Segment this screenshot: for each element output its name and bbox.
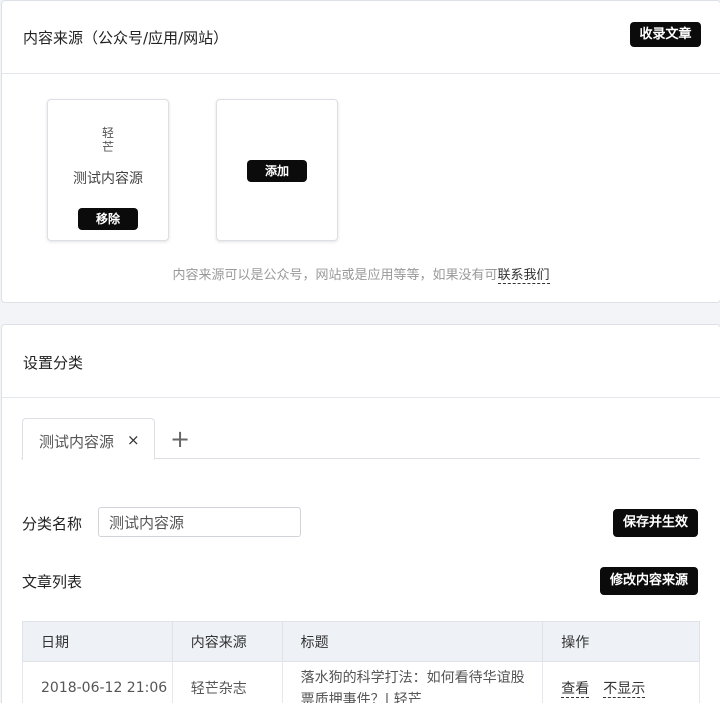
source-name: 测试内容源	[73, 171, 143, 187]
contact-us-link[interactable]: 联系我们	[497, 268, 550, 284]
category-name-input[interactable]	[98, 507, 301, 537]
add-source-button[interactable]: 添加	[247, 160, 307, 182]
content-source-panel: 内容来源（公众号/应用/网站） 收录文章 轻 芒 测试内容源 移除 添加 内容来…	[1, 0, 720, 303]
source-hint-text: 内容来源可以是公众号，网站或是应用等等，如果没有可	[172, 268, 498, 283]
add-source-card[interactable]: 添加	[216, 99, 338, 241]
modify-source-button[interactable]: 修改内容来源	[600, 567, 698, 595]
source-card: 轻 芒 测试内容源 移除	[47, 99, 169, 241]
source-logo: 轻 芒	[48, 126, 168, 154]
content-source-header: 内容来源（公众号/应用/网站） 收录文章	[2, 1, 720, 74]
row-source: 轻芒杂志	[171, 661, 283, 703]
close-icon[interactable]: ×	[127, 431, 140, 449]
row-date: 2018-06-12 21:06	[22, 661, 173, 703]
hide-link[interactable]: 不显示	[603, 680, 646, 698]
remove-source-button[interactable]: 移除	[78, 208, 138, 230]
source-hint: 内容来源可以是公众号，网站或是应用等等，如果没有可联系我们	[2, 264, 720, 284]
save-and-apply-button[interactable]: 保存并生效	[613, 509, 698, 537]
col-date: 日期	[22, 621, 173, 662]
source-logo-line2: 芒	[101, 140, 114, 154]
row-actions: 查看 不显示	[542, 661, 700, 703]
col-title: 标题	[281, 621, 544, 662]
source-logo-line1: 轻	[101, 126, 114, 140]
tab-test-source[interactable]: 测试内容源 ×	[22, 418, 155, 460]
table-row: 2018-06-12 21:06 轻芒杂志 落水狗的科学打法：如何看待华谊股票质…	[22, 661, 700, 703]
tab-label: 测试内容源	[39, 433, 115, 451]
col-source: 内容来源	[171, 621, 283, 662]
category-header: 设置分类	[2, 325, 720, 398]
col-actions: 操作	[542, 621, 700, 662]
article-table: 日期 内容来源 标题 操作 2018-06-12 21:06 轻芒杂志 落水狗的…	[22, 621, 700, 703]
category-name-label: 分类名称	[22, 515, 83, 533]
table-header-row: 日期 内容来源 标题 操作	[22, 621, 700, 662]
row-title: 落水狗的科学打法：如何看待华谊股票质押事件？| 轻芒	[281, 661, 544, 703]
category-title: 设置分类	[23, 354, 84, 372]
add-tab-icon[interactable]: +	[170, 425, 190, 453]
content-source-title: 内容来源（公众号/应用/网站）	[23, 29, 229, 47]
collect-articles-button[interactable]: 收录文章	[630, 22, 701, 47]
article-list-label: 文章列表	[22, 573, 83, 591]
view-link[interactable]: 查看	[561, 680, 590, 698]
